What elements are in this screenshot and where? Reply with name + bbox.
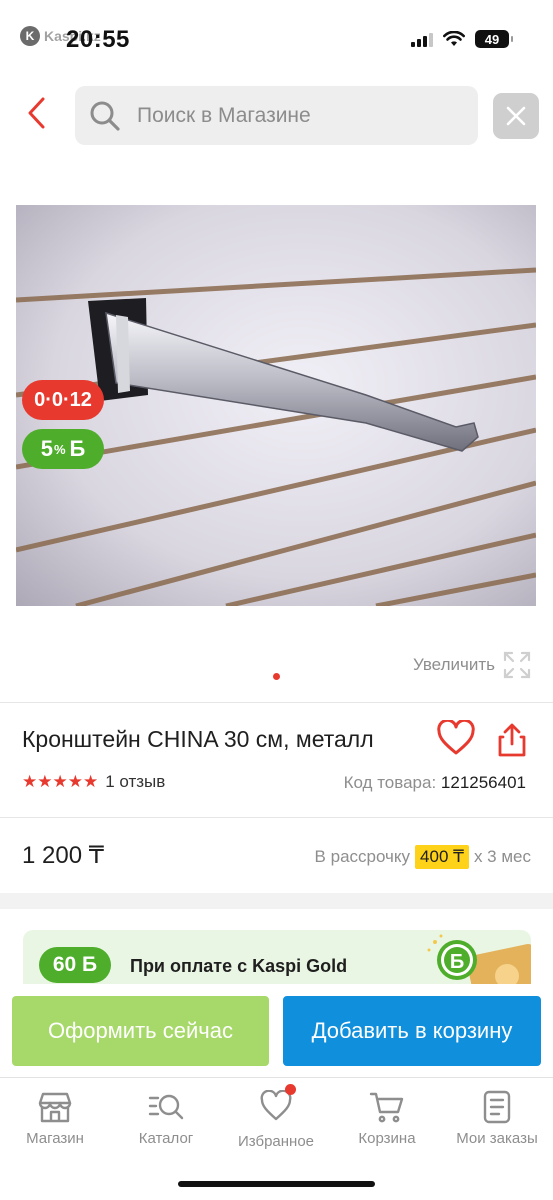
bonus-percent-sign: % [53, 441, 66, 457]
shop-icon [38, 1092, 72, 1123]
product-price: 1 200 ₸ [22, 842, 104, 869]
kaspi-gold-card-icon: Б [427, 934, 531, 984]
buy-now-button[interactable]: Оформить сейчас [12, 996, 269, 1066]
back-button[interactable] [26, 96, 56, 136]
tab-shop-label: Магазин [26, 1130, 84, 1147]
status-icons: 49 [411, 30, 513, 48]
tab-cart[interactable]: Корзина [332, 1090, 442, 1147]
heart-icon [260, 1089, 292, 1121]
section-separator [0, 893, 553, 909]
tab-favorites-label: Избранное [237, 1133, 315, 1150]
tab-favorites[interactable]: Избранное [221, 1084, 331, 1150]
tab-orders-label: Мои заказы [456, 1130, 538, 1147]
favorites-notification-dot [285, 1084, 296, 1095]
product-code: Код товара: 121256401 [344, 773, 526, 793]
catalog-search-icon [148, 1094, 184, 1120]
search-header [0, 86, 553, 146]
wifi-icon [443, 31, 465, 46]
orders-icon [483, 1090, 511, 1124]
installment-info[interactable]: В рассрочку 400 ₸ x 3 мес [315, 845, 531, 869]
rating-row: ★★★★★ 1 отзыв [22, 772, 165, 792]
close-icon [506, 106, 526, 126]
product-title: Кронштейн CHINA 30 см, металл [22, 726, 374, 752]
product-code-value: 121256401 [440, 773, 526, 792]
installment-suffix: x 3 мес [473, 847, 531, 866]
carousel-dot-active[interactable] [273, 673, 280, 680]
search-bar[interactable] [75, 86, 478, 145]
bonus-badge: 5% Б [22, 429, 104, 469]
status-time: 20:55 [66, 26, 130, 53]
status-bar: K Kaspi.kz 20:55 49 [0, 0, 553, 80]
add-to-cart-button[interactable]: Добавить в корзину [283, 996, 541, 1066]
kaspi-app-icon: K [20, 26, 40, 46]
promo-text: При оплате с Kaspi Gold [130, 956, 348, 976]
product-code-label: Код товара: [343, 773, 437, 792]
divider [0, 702, 553, 703]
tab-catalog[interactable]: Каталог [111, 1090, 221, 1147]
action-bar: Оформить сейчас Добавить в корзину [0, 984, 553, 1076]
share-icon [498, 723, 526, 757]
expand-icon [503, 651, 531, 679]
promo-bonus-badge: 60 Б [39, 947, 111, 983]
rating-stars: ★★★★★ [22, 772, 99, 791]
tab-catalog-label: Каталог [138, 1130, 194, 1147]
zoom-label: Увеличить [413, 655, 495, 674]
battery-icon: 49 [475, 30, 513, 48]
zoom-button[interactable]: Увеличить [413, 651, 531, 679]
home-indicator[interactable] [178, 1181, 375, 1187]
cellular-signal-icon [411, 31, 433, 47]
add-to-favorites-button[interactable] [436, 718, 476, 761]
kaspi-gold-promo[interactable]: 60 Б При оплате с Kaspi Gold Б [23, 930, 531, 984]
tab-orders[interactable]: Мои заказы [442, 1090, 552, 1147]
installment-badge: 0·0·12 [22, 380, 104, 420]
installment-amount: 400 ₸ [415, 845, 469, 869]
cart-icon [369, 1092, 404, 1123]
installment-prefix: В рассрочку [314, 847, 411, 866]
bonus-percent: 5 [40, 436, 53, 461]
tab-cart-label: Корзина [358, 1130, 416, 1147]
search-input[interactable] [137, 103, 437, 128]
divider [0, 817, 553, 818]
chevron-left-icon [28, 97, 45, 129]
svg-text:Б: Б [450, 951, 464, 973]
heart-icon [437, 718, 475, 755]
share-button[interactable] [496, 722, 528, 763]
search-icon [90, 101, 120, 131]
tab-shop[interactable]: Магазин [0, 1090, 110, 1147]
bonus-currency: Б [69, 436, 86, 461]
reviews-link[interactable]: 1 отзыв [105, 772, 165, 792]
clear-search-button[interactable] [493, 93, 539, 139]
